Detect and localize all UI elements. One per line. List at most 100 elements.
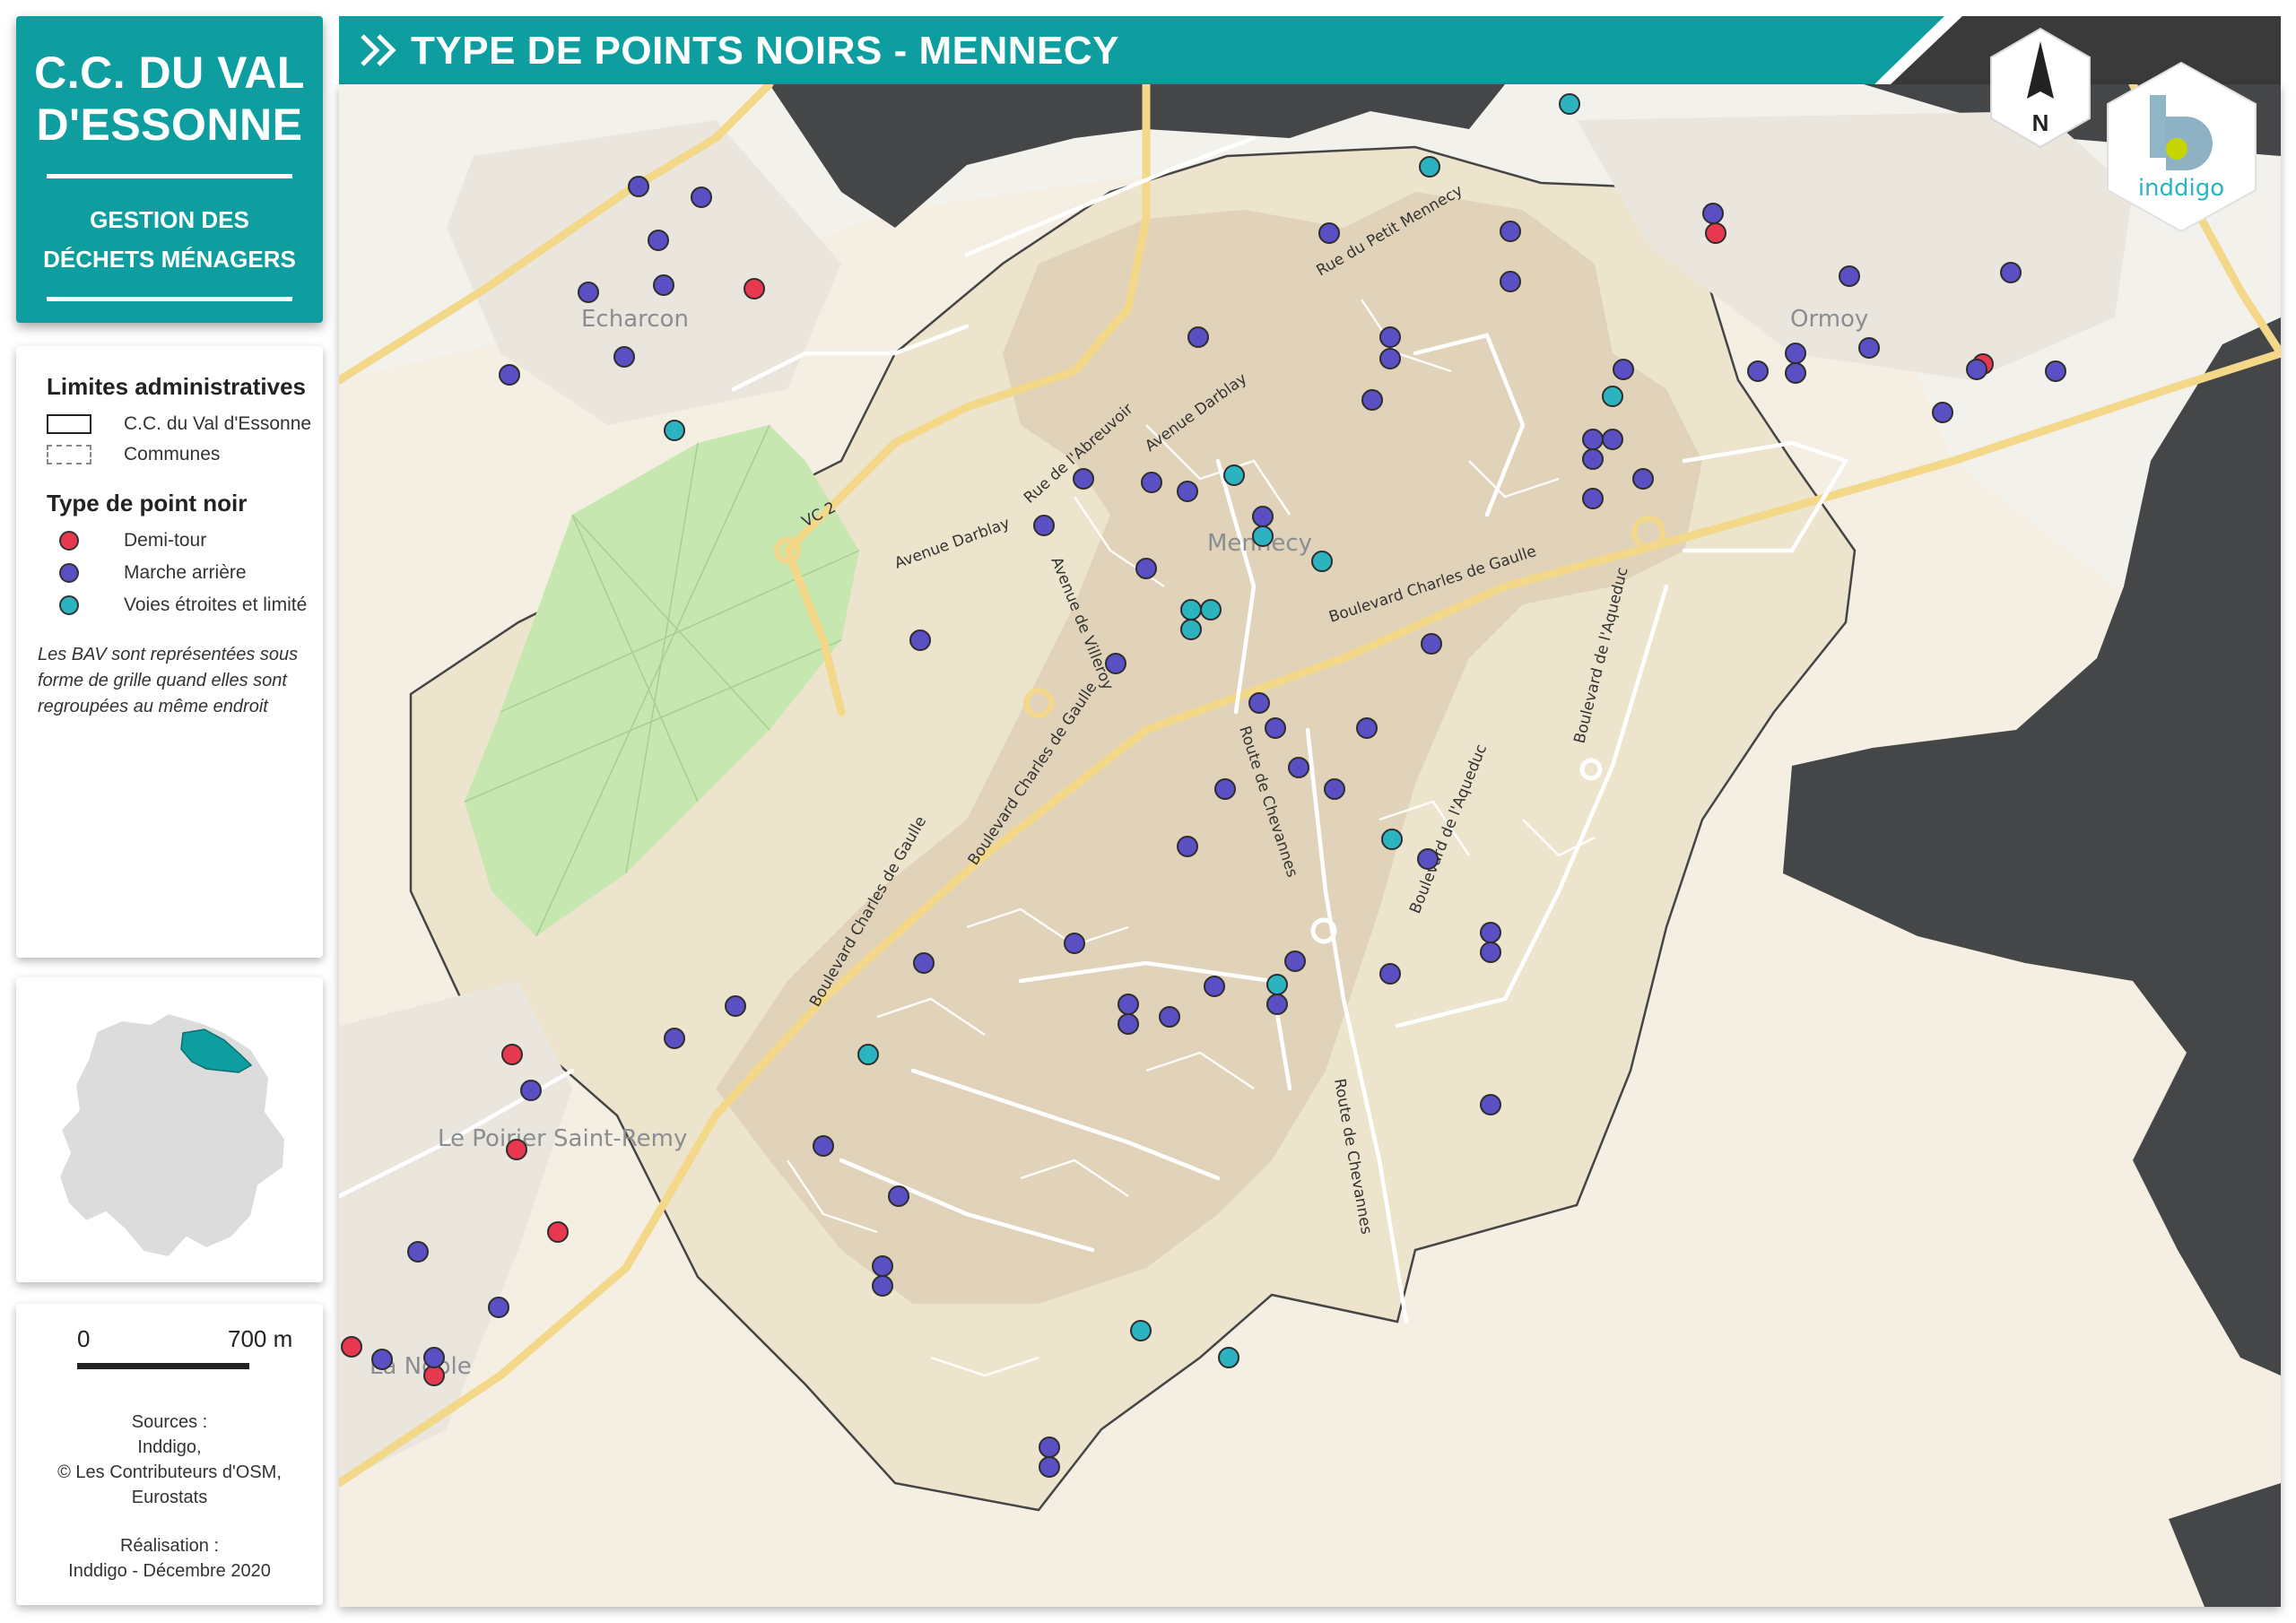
marker-marche-arriere[interactable]	[1932, 402, 1953, 423]
marker-marche-arriere[interactable]	[872, 1275, 893, 1297]
marker-marche-arriere[interactable]	[1379, 963, 1401, 985]
marker-marche-arriere[interactable]	[1785, 343, 1806, 364]
marker-voies-etroites[interactable]	[1200, 599, 1222, 621]
marker-marche-arriere[interactable]	[1417, 848, 1439, 870]
title-rule-top	[47, 174, 292, 178]
marker-marche-arriere[interactable]	[872, 1255, 893, 1277]
marker-marche-arriere[interactable]	[1177, 836, 1198, 857]
marker-marche-arriere[interactable]	[1613, 359, 1634, 380]
marker-marche-arriere[interactable]	[813, 1135, 834, 1157]
marker-voies-etroites[interactable]	[1559, 93, 1580, 115]
marker-marche-arriere[interactable]	[488, 1297, 509, 1318]
marker-voies-etroites[interactable]	[1266, 974, 1288, 995]
marker-voies-etroites[interactable]	[1311, 551, 1333, 572]
marker-marche-arriere[interactable]	[1288, 757, 1309, 778]
marker-demi-tour[interactable]	[423, 1365, 445, 1386]
marker-marche-arriere[interactable]	[1379, 326, 1401, 348]
marker-marche-arriere[interactable]	[691, 187, 712, 208]
marker-voies-etroites[interactable]	[1218, 1347, 1239, 1368]
marker-marche-arriere[interactable]	[613, 346, 635, 368]
marker-marche-arriere[interactable]	[371, 1349, 393, 1370]
map-canvas[interactable]: Echarcon Mennecy Ormoy Le Poirier Saint-…	[339, 84, 2281, 1607]
marker-marche-arriere[interactable]	[909, 629, 931, 651]
marker-demi-tour[interactable]	[547, 1221, 569, 1243]
marker-marche-arriere[interactable]	[1839, 265, 1860, 287]
marker-marche-arriere[interactable]	[1039, 1436, 1060, 1458]
marker-marche-arriere[interactable]	[423, 1347, 445, 1368]
marker-marche-arriere[interactable]	[1500, 271, 1521, 292]
marker-marche-arriere[interactable]	[1177, 481, 1198, 502]
marker-marche-arriere[interactable]	[1500, 221, 1521, 242]
legend-item-marche-arriere: Marche arrière	[47, 560, 247, 586]
marker-voies-etroites[interactable]	[1180, 599, 1202, 621]
marker-demi-tour[interactable]	[506, 1139, 527, 1160]
marker-marche-arriere[interactable]	[1284, 950, 1306, 972]
sources-line: © Les Contributeurs d'OSM,	[57, 1462, 282, 1482]
marker-marche-arriere[interactable]	[1582, 429, 1604, 450]
marker-marche-arriere[interactable]	[1265, 717, 1286, 739]
marker-marche-arriere[interactable]	[653, 274, 674, 296]
organization-subtitle: GESTION DES DÉCHETS MÉNAGERS	[16, 200, 323, 279]
marker-demi-tour[interactable]	[1705, 222, 1726, 244]
marker-marche-arriere[interactable]	[1602, 429, 1623, 450]
marker-marche-arriere[interactable]	[1252, 506, 1274, 527]
marker-marche-arriere[interactable]	[1324, 778, 1345, 800]
marker-marche-arriere[interactable]	[520, 1080, 542, 1101]
marker-marche-arriere[interactable]	[1421, 633, 1442, 655]
marker-marche-arriere[interactable]	[1073, 468, 1094, 490]
marker-marche-arriere[interactable]	[1379, 348, 1401, 369]
marker-marche-arriere[interactable]	[499, 364, 520, 386]
marker-marche-arriere[interactable]	[1582, 488, 1604, 509]
marker-voies-etroites[interactable]	[1180, 619, 1202, 640]
marker-marche-arriere[interactable]	[888, 1185, 909, 1207]
marker-voies-etroites[interactable]	[1223, 464, 1245, 486]
marker-demi-tour[interactable]	[744, 278, 765, 299]
marker-marche-arriere[interactable]	[1159, 1006, 1180, 1028]
marker-voies-etroites[interactable]	[857, 1044, 879, 1065]
marker-marche-arriere[interactable]	[725, 995, 746, 1017]
marker-marche-arriere[interactable]	[913, 952, 935, 974]
marker-marche-arriere[interactable]	[1318, 222, 1340, 244]
marker-marche-arriere[interactable]	[2045, 360, 2066, 382]
marker-marche-arriere[interactable]	[1204, 976, 1225, 997]
marker-marche-arriere[interactable]	[1118, 1013, 1139, 1035]
marker-marche-arriere[interactable]	[1118, 994, 1139, 1015]
marker-demi-tour[interactable]	[501, 1044, 523, 1065]
marker-marche-arriere[interactable]	[1187, 326, 1209, 348]
marker-voies-etroites[interactable]	[664, 420, 685, 441]
marker-marche-arriere[interactable]	[1785, 362, 1806, 384]
marker-marche-arriere[interactable]	[578, 282, 599, 303]
marker-marche-arriere[interactable]	[648, 230, 669, 251]
marker-marche-arriere[interactable]	[2000, 262, 2022, 283]
marker-marche-arriere[interactable]	[1632, 468, 1654, 490]
marker-voies-etroites[interactable]	[1602, 386, 1623, 407]
credit-heading: Réalisation :	[119, 1536, 220, 1556]
marker-marche-arriere[interactable]	[1141, 472, 1162, 493]
marker-marche-arriere[interactable]	[1480, 1094, 1501, 1115]
marker-marche-arriere[interactable]	[1480, 942, 1501, 963]
marker-marche-arriere[interactable]	[664, 1028, 685, 1049]
marker-marche-arriere[interactable]	[1214, 778, 1236, 800]
marker-marche-arriere[interactable]	[1064, 933, 1085, 954]
marker-voies-etroites[interactable]	[1381, 829, 1403, 850]
marker-marche-arriere[interactable]	[1033, 515, 1055, 536]
marker-marche-arriere[interactable]	[1858, 337, 1880, 359]
marker-marche-arriere[interactable]	[1248, 692, 1270, 714]
marker-marche-arriere[interactable]	[1702, 203, 1724, 224]
marker-marche-arriere[interactable]	[1105, 653, 1126, 674]
marker-marche-arriere[interactable]	[1966, 359, 1987, 380]
marker-voies-etroites[interactable]	[1130, 1320, 1152, 1341]
marker-marche-arriere[interactable]	[1039, 1456, 1060, 1478]
marker-marche-arriere[interactable]	[1135, 558, 1157, 579]
marker-marche-arriere[interactable]	[407, 1241, 429, 1263]
marker-voies-etroites[interactable]	[1252, 525, 1274, 547]
marker-demi-tour[interactable]	[341, 1336, 362, 1358]
marker-marche-arriere[interactable]	[1747, 360, 1769, 382]
marker-marche-arriere[interactable]	[628, 176, 649, 197]
marker-voies-etroites[interactable]	[1419, 156, 1440, 178]
marker-marche-arriere[interactable]	[1582, 448, 1604, 470]
marker-marche-arriere[interactable]	[1480, 922, 1501, 943]
marker-marche-arriere[interactable]	[1356, 717, 1378, 739]
marker-marche-arriere[interactable]	[1361, 389, 1383, 411]
marker-marche-arriere[interactable]	[1266, 994, 1288, 1015]
